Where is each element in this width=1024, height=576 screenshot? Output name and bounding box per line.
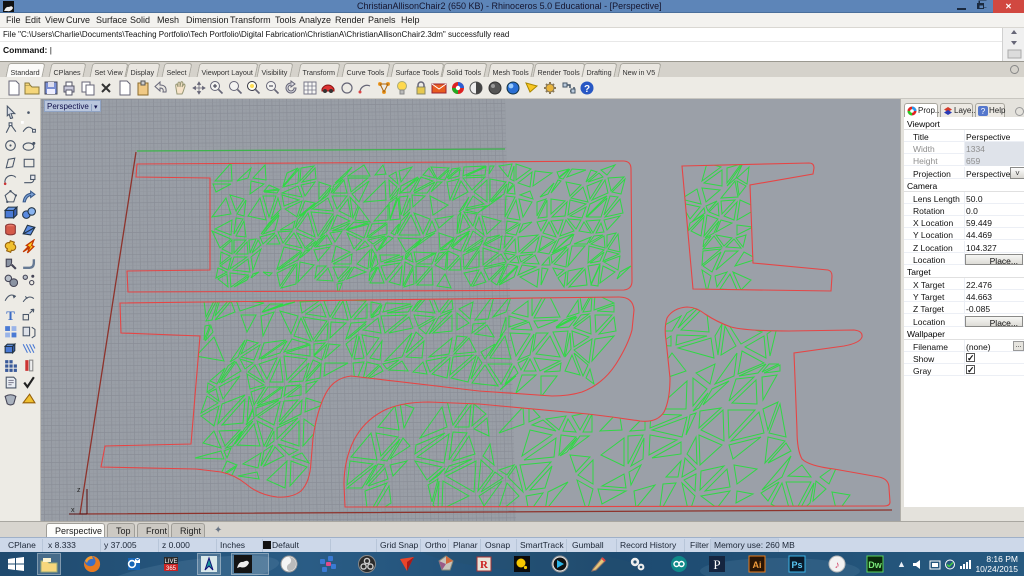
svg-text:z: z bbox=[77, 487, 81, 494]
svg-text:Ai: Ai bbox=[753, 560, 762, 570]
svg-text:♪: ♪ bbox=[835, 560, 840, 571]
svg-text:Dw: Dw bbox=[868, 560, 882, 570]
svg-text:Ps: Ps bbox=[791, 560, 802, 570]
svg-text:?: ? bbox=[981, 107, 986, 116]
svg-text:365: 365 bbox=[166, 566, 177, 572]
svg-text:P: P bbox=[713, 557, 720, 572]
svg-text:x: x bbox=[71, 507, 75, 514]
svg-text:R: R bbox=[480, 559, 489, 571]
svg-text:T: T bbox=[6, 309, 15, 322]
svg-text:?: ? bbox=[584, 84, 590, 95]
